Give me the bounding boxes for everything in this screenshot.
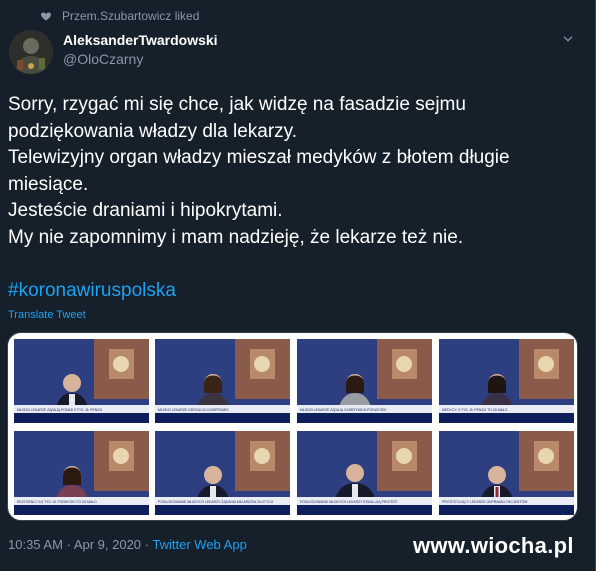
social-context-text: Przem.Szubartowicz liked: [62, 9, 200, 23]
social-context[interactable]: Przem.Szubartowicz liked: [40, 9, 199, 23]
media-grid[interactable]: MŁODZI LEKARZE ŻĄDAJĄ PONAD 9 TYS. ZŁ PE…: [7, 332, 578, 521]
thumbnail-caption: POGŁODOWANIE MŁODYCH LEKARZY ŻĄDANIA MIL…: [158, 499, 274, 504]
tweet-text: Sorry, rzygać mi się chce, jak widzę na …: [8, 92, 578, 251]
tweet-date[interactable]: Apr 9, 2020: [74, 537, 141, 552]
media-thumbnail[interactable]: POGŁODOWANIE MŁODYCH LEKARZY ESKALUJĄ PR…: [297, 431, 432, 515]
tweet-line: Telewizyjny organ władzy mieszał medyków…: [8, 147, 510, 168]
tweet-line: Sorry, rzygać mi się chce, jak widzę na …: [8, 94, 466, 115]
media-thumbnail[interactable]: POGŁODOWANIE MŁODYCH LEKARZY ŻĄDANIA MIL…: [155, 431, 290, 515]
avatar-image: [9, 30, 53, 74]
tweet-time[interactable]: 10:35 AM: [8, 537, 63, 552]
media-thumbnail[interactable]: REZYDENCI: 9,6 TYS. ZŁ PODWYŻKI TO ZA MA…: [14, 431, 149, 515]
hashtag-link[interactable]: #koronawiruspolska: [8, 280, 176, 302]
tweet-source-link[interactable]: Twitter Web App: [152, 537, 246, 552]
tweet-line: miesiące.: [8, 173, 89, 195]
thumbnail-caption: MEDYCY: 9 TYS. ZŁ PENSJI TO ZA MAŁO: [442, 408, 508, 412]
thumbnail-caption: REZYDENCI: 9,6 TYS. ZŁ PODWYŻKI TO ZA MA…: [17, 499, 97, 504]
heart-icon: [41, 12, 51, 21]
media-thumbnail[interactable]: MŁODZI LEKARZE ŻĄDAJĄ OLBRZYMICH PODWYŻE…: [297, 339, 432, 423]
watermark: www.wiocha.pl: [413, 533, 574, 558]
meta-separator: ·: [144, 537, 149, 552]
tweet-line: Jesteście draniami i hipokrytami.: [8, 200, 283, 221]
thumbnail-caption: MŁODZI LEKARZE ŻĄDAJĄ OLBRZYMICH PODWYŻE…: [300, 407, 387, 412]
media-thumbnail[interactable]: MEDYCY: 9 TYS. ZŁ PENSJI TO ZA MAŁO: [439, 339, 574, 423]
tweet-line: My nie zapomnimy i mam nadzieję, że leka…: [8, 226, 464, 248]
tweet-meta: 10:35 AM · Apr 9, 2020 · Twitter Web App: [8, 537, 247, 552]
thumbnail-caption: POGŁODOWANIE MŁODYCH LEKARZY ESKALUJĄ PR…: [300, 500, 398, 504]
media-thumbnail[interactable]: PROTESTUJĄCY LEKARZE ODPRAWILI PACJENTÓW: [439, 431, 574, 515]
translate-tweet-link[interactable]: Translate Tweet: [8, 309, 86, 321]
thumbnail-caption: MŁODZI LEKARZE ŻĄDAJĄ PONAD 9 TYS. ZŁ PE…: [17, 407, 102, 412]
media-thumbnail[interactable]: MŁODZI LEKARZE ODRZUCILI KOMPROMIS: [155, 339, 290, 423]
author-name[interactable]: AleksanderTwardowski: [63, 32, 218, 48]
media-thumbnail[interactable]: MŁODZI LEKARZE ŻĄDAJĄ PONAD 9 TYS. ZŁ PE…: [14, 339, 149, 423]
tweet-card: Przem.Szubartowicz liked AleksanderTward…: [0, 0, 596, 571]
tweet-line: podziękowania władzy dla lekarzy.: [8, 120, 298, 142]
author-handle[interactable]: @OloCzarny: [63, 51, 143, 67]
avatar[interactable]: [9, 30, 53, 74]
thumbnail-caption: PROTESTUJĄCY LEKARZE ODPRAWILI PACJENTÓW: [442, 499, 528, 504]
thumbnail-caption: MŁODZI LEKARZE ODRZUCILI KOMPROMIS: [158, 408, 229, 412]
meta-separator: ·: [66, 537, 71, 552]
chevron-down-icon[interactable]: [561, 32, 575, 46]
